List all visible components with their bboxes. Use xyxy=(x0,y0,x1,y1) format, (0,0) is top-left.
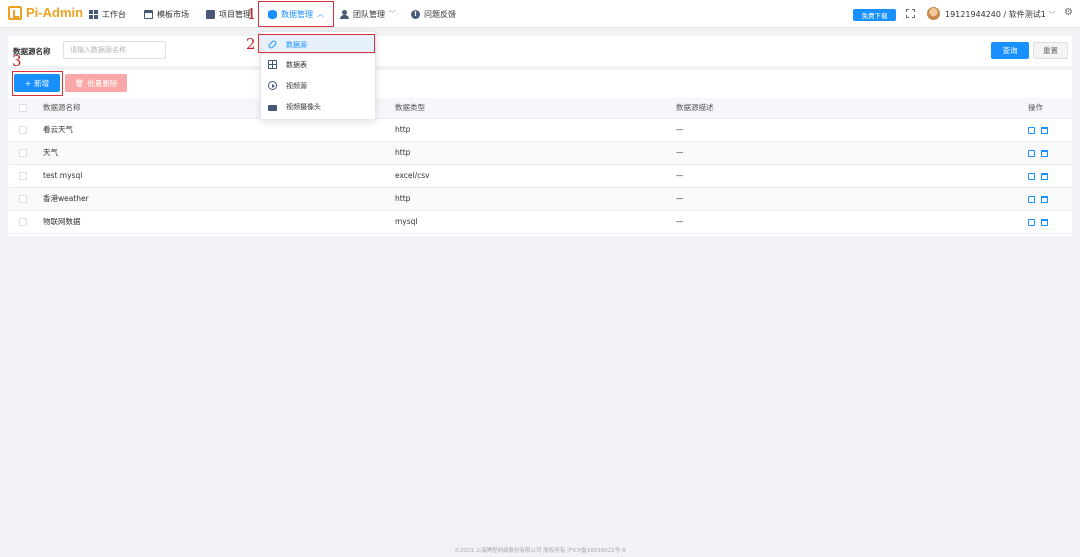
cell-actions xyxy=(1028,118,1072,142)
row-checkbox[interactable] xyxy=(19,126,27,134)
table-row: 天气 http — xyxy=(8,141,1072,165)
user-name-label: 19121944240 / 软件测试1 xyxy=(945,10,1046,19)
cell-description: — xyxy=(676,141,1028,165)
cell-type: http xyxy=(395,118,676,142)
camera-icon xyxy=(268,104,277,111)
delete-icon[interactable] xyxy=(1041,218,1048,226)
batch-delete-label: 批量删除 xyxy=(87,78,118,88)
column-header-description: 数据源描述 xyxy=(676,98,1028,119)
grid-icon xyxy=(89,9,98,19)
nav-item-label: 团队管理 xyxy=(353,9,385,19)
dropdown-item-camera[interactable]: 视频摄像头 xyxy=(261,97,375,116)
nav-item-label: 问题反馈 xyxy=(424,9,456,19)
dropdown-item-datatable[interactable]: 数据表 xyxy=(261,55,375,74)
dropdown-item-label: 视频源 xyxy=(286,81,307,90)
edit-icon[interactable] xyxy=(1028,218,1035,226)
cell-type: http xyxy=(395,187,676,211)
logo[interactable]: Pi-Admin xyxy=(8,5,83,20)
nav-item-template-market[interactable]: 模板市场 xyxy=(144,7,189,21)
dropdown-item-videosource[interactable]: 视频源 xyxy=(261,76,375,95)
cell-type: excel/csv xyxy=(395,164,676,188)
cell-type: http xyxy=(395,141,676,165)
cell-name: 看云天气 xyxy=(43,118,395,142)
annotation-box-step1 xyxy=(258,1,334,27)
nav-item-label: 工作台 xyxy=(102,9,126,19)
cell-name: 香港weather xyxy=(43,187,395,211)
annotation-step2: 2 xyxy=(246,35,256,53)
delete-icon[interactable] xyxy=(1041,149,1048,157)
table-header-row: 数据源名称 数据类型 数据源描述 操作 xyxy=(8,98,1072,119)
logo-text: Pi-Admin xyxy=(26,5,84,20)
select-all-cell xyxy=(8,98,43,119)
gear-icon[interactable]: ⚙ xyxy=(1064,8,1073,18)
table-panel: + 新增 🗑 批量删除 数据源名称 数据类型 数据源描述 操作 看云天气 htt… xyxy=(8,70,1072,236)
row-checkbox[interactable] xyxy=(19,149,27,157)
annotation-step3: 3 xyxy=(12,52,22,70)
row-checkbox[interactable] xyxy=(19,218,27,226)
shop-icon xyxy=(144,9,153,19)
cell-type: mysql xyxy=(395,210,676,234)
cell-actions xyxy=(1028,141,1072,165)
datasource-table: 数据源名称 数据类型 数据源描述 操作 看云天气 http — 天气 http … xyxy=(8,98,1072,234)
search-input[interactable] xyxy=(63,41,166,59)
row-checkbox[interactable] xyxy=(19,172,27,180)
annotation-step1: 1 xyxy=(247,5,257,23)
user-icon xyxy=(340,9,349,19)
cell-name: 物联网数据 xyxy=(43,210,395,234)
cell-description: — xyxy=(676,187,1028,211)
batch-delete-button[interactable]: 🗑 批量删除 xyxy=(65,74,127,92)
cell-actions xyxy=(1028,164,1072,188)
logo-icon xyxy=(8,5,22,20)
free-download-button[interactable]: 免费下载 xyxy=(853,9,896,21)
annotation-box-step3 xyxy=(12,71,63,96)
table-row: test mysql excel/csv — xyxy=(8,164,1072,188)
column-header-type: 数据类型 xyxy=(395,98,676,119)
trash-icon: 🗑 xyxy=(74,78,85,88)
play-circle-icon xyxy=(268,81,277,90)
cell-name: 天气 xyxy=(43,141,395,165)
query-button[interactable]: 查询 xyxy=(991,42,1029,59)
edit-icon[interactable] xyxy=(1028,172,1035,180)
table-row: 香港weather http — xyxy=(8,187,1072,211)
chevron-down-icon: ﹀ xyxy=(1048,11,1056,19)
alert-icon: ! xyxy=(411,9,420,19)
cell-actions xyxy=(1028,210,1072,234)
reset-button[interactable]: 重置 xyxy=(1033,42,1068,59)
top-navbar: Pi-Admin 工作台 模板市场 项目管理 数据管理 ︿ 团队管理 ﹀ ! 问… xyxy=(0,0,1080,28)
column-header-actions: 操作 xyxy=(1028,98,1072,119)
table-row: 物联网数据 mysql — xyxy=(8,210,1072,234)
nav-item-project-management[interactable]: 项目管理 xyxy=(206,7,251,21)
cell-description: — xyxy=(676,118,1028,142)
user-account-menu[interactable]: 19121944240 / 软件测试1 ﹀ xyxy=(945,9,1055,20)
annotation-box-step2 xyxy=(258,34,375,53)
fullscreen-icon[interactable] xyxy=(906,9,915,18)
nav-item-feedback[interactable]: ! 问题反馈 xyxy=(411,7,456,21)
cell-actions xyxy=(1028,187,1072,211)
search-panel: 数据源名称 查询 重置 xyxy=(8,36,1072,66)
dropdown-item-label: 数据表 xyxy=(286,60,307,69)
book-icon xyxy=(206,9,215,19)
footer: ©2023 上海腾程网络股份有限公司 版权所有 沪ICP备16039022号-9 xyxy=(454,548,626,554)
row-checkbox[interactable] xyxy=(19,195,27,203)
edit-icon[interactable] xyxy=(1028,149,1035,157)
avatar[interactable] xyxy=(927,7,940,20)
cell-description: — xyxy=(676,164,1028,188)
delete-icon[interactable] xyxy=(1041,172,1048,180)
table-icon xyxy=(268,60,277,69)
edit-icon[interactable] xyxy=(1028,195,1035,203)
nav-item-workbench[interactable]: 工作台 xyxy=(89,7,126,21)
cell-description: — xyxy=(676,210,1028,234)
nav-item-team-management[interactable]: 团队管理 ﹀ xyxy=(340,7,396,21)
table-row: 看云天气 http — xyxy=(8,118,1072,142)
delete-icon[interactable] xyxy=(1041,126,1048,134)
select-all-checkbox[interactable] xyxy=(19,104,27,113)
dropdown-item-label: 视频摄像头 xyxy=(286,102,321,111)
chevron-down-icon: ﹀ xyxy=(389,10,396,18)
cell-name: test mysql xyxy=(43,164,395,188)
delete-icon[interactable] xyxy=(1041,195,1048,203)
nav-item-label: 模板市场 xyxy=(157,9,189,19)
edit-icon[interactable] xyxy=(1028,126,1035,134)
